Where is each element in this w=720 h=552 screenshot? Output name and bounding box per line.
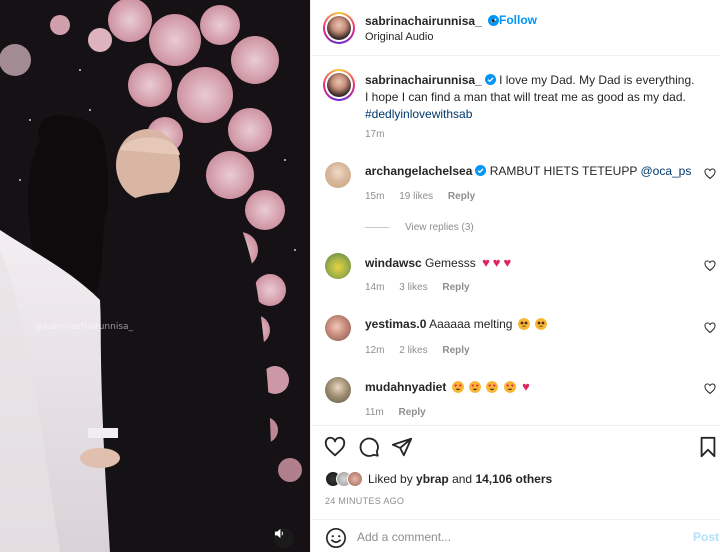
caption-hashtag[interactable]: #dedlyinlovewithsab bbox=[365, 107, 472, 121]
comment-avatar[interactable] bbox=[325, 315, 351, 341]
comment-like-heart-icon[interactable] bbox=[704, 260, 716, 272]
save-bookmark-icon[interactable] bbox=[697, 436, 719, 458]
comment-row: windawsc Gemesss ♥ ♥ ♥ bbox=[365, 255, 511, 271]
heart-eyes-emoji bbox=[451, 381, 464, 393]
red-heart-emoji: ♥ bbox=[492, 255, 501, 270]
comment-meta: 14m 3 likes Reply bbox=[365, 282, 482, 293]
view-replies-line bbox=[365, 227, 389, 228]
liked-by-row[interactable]: Liked by ybrap and 14,106 others bbox=[325, 471, 552, 487]
comment-avatar[interactable] bbox=[325, 162, 351, 188]
caption-time: 17m bbox=[365, 129, 385, 140]
comment-likes[interactable]: 2 likes bbox=[399, 345, 427, 356]
comment-username[interactable]: yestimas.0 bbox=[365, 317, 426, 331]
heart-eyes-emoji bbox=[469, 381, 482, 393]
comment-avatar[interactable] bbox=[325, 253, 351, 279]
post-side-panel: sabrinachairunnisa_ • Follow Original Au… bbox=[310, 0, 720, 552]
pleading-face-emoji bbox=[535, 318, 548, 330]
comment-time: 14m bbox=[365, 282, 385, 293]
share-paper-plane-icon[interactable] bbox=[391, 436, 413, 458]
comment-meta: 15m 19 likes Reply bbox=[365, 191, 487, 202]
comment-text: Aaaaaa melting bbox=[429, 317, 513, 331]
comment-like-heart-icon[interactable] bbox=[704, 322, 716, 334]
reply-button[interactable]: Reply bbox=[442, 345, 469, 356]
comment-likes[interactable]: 3 likes bbox=[399, 282, 427, 293]
post-comment-button[interactable]: Post bbox=[693, 530, 719, 544]
comment-row: mudahnyadiet ♥ bbox=[365, 379, 530, 395]
author-username[interactable]: sabrinachairunnisa_ bbox=[365, 14, 482, 28]
comment-likes[interactable]: 19 likes bbox=[399, 191, 433, 202]
heart-eyes-emoji bbox=[503, 381, 516, 393]
comment-meta: 12m 2 likes Reply bbox=[365, 345, 482, 356]
media-watermark: @sabrinachairunnisa_ bbox=[34, 322, 134, 332]
comment-time: 15m bbox=[365, 191, 385, 202]
author-name-row: sabrinachairunnisa_ bbox=[365, 14, 500, 28]
comment-like-heart-icon[interactable] bbox=[704, 383, 716, 395]
caption-username[interactable]: sabrinachairunnisa_ bbox=[365, 73, 482, 87]
liked-by-prefix: Liked by bbox=[368, 472, 413, 486]
post-media[interactable]: @sabrinachairunnisa_ bbox=[0, 0, 310, 552]
verified-badge-icon bbox=[475, 165, 487, 176]
media-image bbox=[0, 0, 310, 552]
like-heart-icon[interactable] bbox=[324, 436, 346, 458]
likes-count[interactable]: 14,106 others bbox=[475, 472, 552, 486]
comment-text: Gemesss bbox=[425, 256, 476, 270]
liker-avatar bbox=[347, 471, 363, 487]
comment-mention[interactable]: @oca_ps bbox=[640, 164, 691, 178]
red-heart-emoji: ♥ bbox=[503, 255, 512, 270]
emoji-smile-icon[interactable] bbox=[325, 527, 347, 549]
liked-by-user[interactable]: ybrap bbox=[416, 472, 449, 486]
audio-label[interactable]: Original Audio bbox=[365, 31, 434, 43]
separator-dot: • bbox=[491, 14, 496, 28]
speaker-icon bbox=[274, 528, 283, 539]
caption-avatar[interactable] bbox=[323, 69, 355, 101]
comment-username[interactable]: mudahnyadiet bbox=[365, 380, 446, 394]
pleading-face-emoji bbox=[517, 318, 530, 330]
add-comment-bar: Post bbox=[311, 519, 720, 552]
liked-by-conj: and bbox=[452, 472, 473, 486]
post-header: sabrinachairunnisa_ • Follow Original Au… bbox=[311, 0, 720, 56]
red-heart-emoji: ♥ bbox=[522, 379, 530, 394]
reply-button[interactable]: Reply bbox=[399, 407, 426, 418]
comment-username[interactable]: archangelachelsea bbox=[365, 164, 472, 178]
caption-text: sabrinachairunnisa_ I love my Dad. My Da… bbox=[365, 72, 695, 123]
comment-row: yestimas.0 Aaaaaa melting bbox=[365, 317, 548, 332]
comment-like-heart-icon[interactable] bbox=[704, 168, 716, 180]
liked-by-text: Liked by ybrap and 14,106 others bbox=[368, 472, 552, 486]
comment-meta: 11m Reply bbox=[365, 407, 438, 418]
comment-avatar[interactable] bbox=[325, 377, 351, 403]
follow-button[interactable]: Follow bbox=[499, 13, 537, 27]
comment-bubble-icon[interactable] bbox=[358, 436, 380, 458]
comment-time: 12m bbox=[365, 345, 385, 356]
audio-toggle-button[interactable] bbox=[274, 528, 294, 548]
reply-button[interactable]: Reply bbox=[448, 191, 475, 202]
red-heart-emoji: ♥ bbox=[482, 255, 490, 270]
post-timestamp: 24 MINUTES AGO bbox=[325, 496, 405, 506]
view-replies-button[interactable]: View replies (3) bbox=[365, 222, 474, 233]
comment-text: RAMBUT HIETS TETEUPP bbox=[489, 164, 638, 178]
heart-eyes-emoji bbox=[486, 381, 499, 393]
post-actions: Liked by ybrap and 14,106 others 24 MINU… bbox=[311, 425, 720, 552]
view-replies-label: View replies (3) bbox=[405, 222, 474, 233]
reply-button[interactable]: Reply bbox=[442, 282, 469, 293]
comments-list[interactable]: sabrinachairunnisa_ I love my Dad. My Da… bbox=[311, 57, 720, 425]
comment-username[interactable]: windawsc bbox=[365, 256, 422, 270]
author-avatar[interactable] bbox=[323, 12, 355, 44]
comment-input[interactable] bbox=[357, 528, 677, 546]
verified-badge-icon bbox=[484, 74, 496, 85]
comment-time: 11m bbox=[365, 407, 384, 418]
comment-row: archangelachelsea RAMBUT HIETS TETEUPP @… bbox=[365, 164, 691, 179]
